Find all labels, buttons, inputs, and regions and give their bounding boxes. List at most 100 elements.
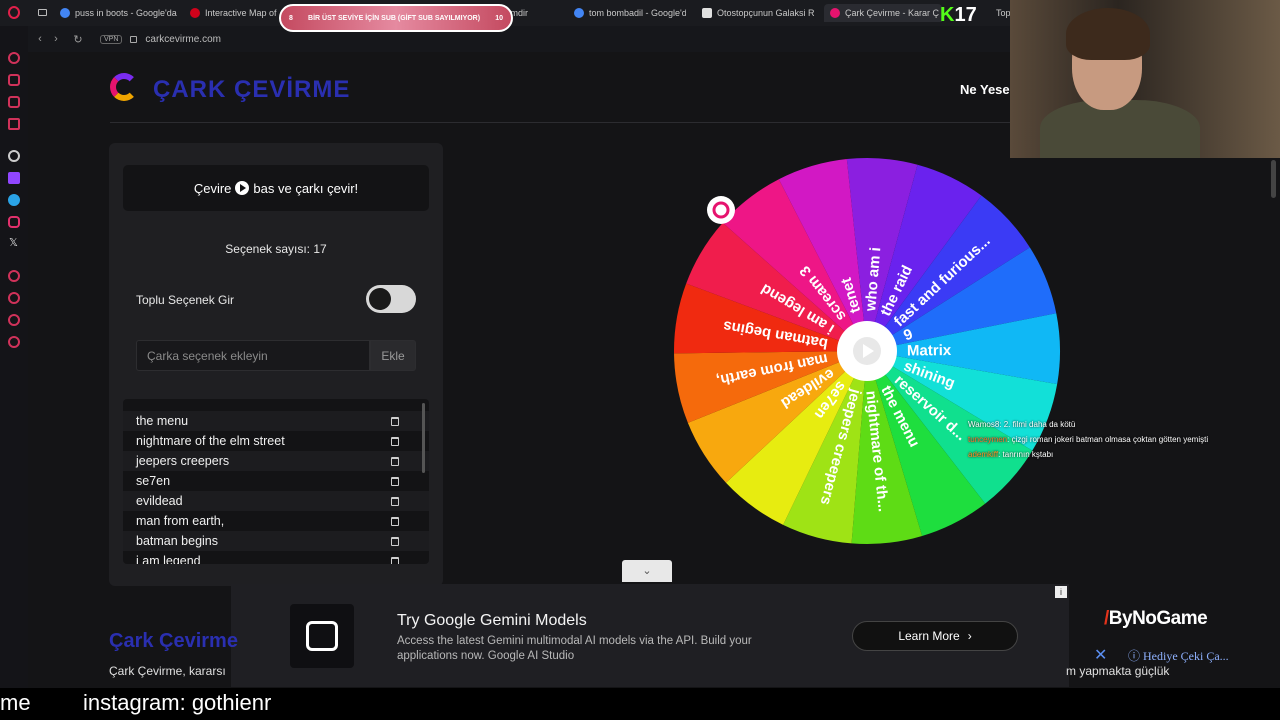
gift-card-link[interactable]: ⓘ Hediye Çeki Ça... (1128, 647, 1229, 664)
chat-user: Wamos8 (968, 420, 1000, 429)
add-option-input[interactable] (136, 340, 370, 371)
stream-overlay-text: me (0, 690, 31, 715)
trash-icon[interactable] (391, 416, 399, 426)
chat-text: : çizgi roman jokeri batman olmasa çokta… (1007, 435, 1209, 444)
option-list[interactable]: the menu nightmare of the elm street jeepe… (123, 399, 429, 564)
option-label: man from earth, (136, 514, 225, 528)
trash-icon[interactable] (391, 536, 399, 546)
x-icon[interactable]: 𝕏 (9, 236, 18, 249)
options-panel: Çevire bas ve çarkı çevir! Seçenek sayıs… (109, 143, 443, 586)
trash-icon[interactable] (391, 456, 399, 466)
trash-icon[interactable] (391, 516, 399, 526)
tab-1[interactable]: Interactive Map of (190, 4, 280, 22)
option-label: jeepers creepers (136, 454, 230, 468)
messenger-icon[interactable] (8, 52, 20, 64)
chat-text: : 2. filmi daha da kötü (999, 420, 1076, 429)
history-icon[interactable] (8, 270, 20, 282)
tab-3[interactable]: tom bombadil - Google'da (574, 4, 686, 22)
ad-info-icon[interactable]: i (1055, 586, 1067, 598)
chatgpt-icon[interactable] (8, 150, 20, 162)
header-divider (110, 122, 1010, 123)
option-row[interactable]: i am legend (123, 551, 429, 564)
bag-icon[interactable] (8, 74, 20, 86)
spin-wheel[interactable]: who am ithe raidfast and furious...9Matr… (660, 140, 1080, 560)
option-row[interactable]: se7en (123, 471, 429, 491)
k17-number: 17 (954, 4, 977, 26)
streamer-hair (1066, 8, 1150, 60)
ad-banner[interactable]: Try Google Gemini Models Access the late… (231, 584, 1069, 687)
instagram-handle: instagram: gothienr (83, 690, 272, 715)
option-row[interactable]: jeepers creepers (123, 451, 429, 471)
option-row[interactable]: batman begins (123, 531, 429, 551)
tab-4[interactable]: Otostopçunun Galaksi Re (702, 4, 814, 22)
bynogame-logo[interactable]: /ByNoGame (1104, 608, 1208, 630)
stream-chat: Wamos8: 2. filmi daha da kötü tunceymen:… (968, 420, 1268, 465)
tab-label: Top (996, 8, 1010, 18)
spin-button[interactable]: Çevire bas ve çarkı çevir! (123, 165, 429, 211)
mail-icon[interactable] (8, 118, 20, 130)
option-row[interactable]: nightmare of the elm street (123, 431, 429, 451)
browser-sidebar: 𝕏 (0, 26, 28, 694)
forward-icon[interactable]: › (48, 33, 64, 45)
twitch-icon[interactable] (8, 172, 20, 184)
bulk-entry-toggle[interactable] (366, 285, 416, 313)
option-row[interactable]: man from earth, (123, 511, 429, 531)
tab-0[interactable]: puss in boots - Google'da (60, 4, 178, 22)
vpn-badge[interactable]: VPN (100, 34, 123, 44)
gemini-icon-shape (306, 621, 338, 651)
trash-icon[interactable] (391, 476, 399, 486)
google-icon (60, 8, 70, 18)
wallet-icon[interactable] (8, 96, 20, 108)
clock-icon[interactable] (8, 292, 20, 304)
option-label: batman begins (136, 534, 219, 548)
option-row[interactable]: evildead (123, 491, 429, 511)
site-title[interactable]: ÇARK ÇEVİRME (153, 76, 350, 104)
tab-label: Otostopçunun Galaksi Re (717, 8, 814, 18)
option-list-scrollbar[interactable] (422, 403, 425, 473)
option-label: nightmare of the elm street (136, 434, 285, 448)
option-count: Seçenek sayısı: 17 (225, 242, 327, 256)
wheel-container: who am i the raid fast and furious... 9 Matr… (660, 140, 1080, 560)
section-text: Çark Çevirme, kararsı (109, 664, 226, 678)
page-scrollbar[interactable] (1271, 160, 1276, 198)
tab-overview-icon[interactable] (38, 9, 47, 16)
chat-icon[interactable] (8, 314, 20, 326)
url-text[interactable]: carkcevirme.com (145, 34, 221, 45)
banner-right-number: 10 (495, 14, 503, 22)
tab-active[interactable]: Çark Çevirme - Karar Ç (824, 4, 942, 22)
ad-title[interactable]: Try Google Gemini Models (397, 612, 587, 630)
lightning-icon: ⓘ (1128, 649, 1144, 663)
trash-icon[interactable] (391, 496, 399, 506)
chat-message: Wamos8: 2. filmi daha da kötü (968, 420, 1268, 429)
trash-icon[interactable] (391, 556, 399, 564)
gift-card-label: Hediye Çeki Ça... (1143, 649, 1229, 663)
wheel-pointer-icon (707, 196, 735, 224)
tab-label: Interactive Map of (205, 8, 277, 18)
settings-icon[interactable] (8, 336, 20, 348)
tab-label: Çark Çevirme - Karar Ç (845, 8, 940, 18)
opera-logo-icon[interactable] (8, 6, 20, 19)
learn-more-button[interactable]: Learn More › (852, 621, 1018, 651)
book-icon (702, 8, 712, 18)
option-row[interactable]: the menu (123, 411, 429, 431)
tab-6[interactable]: Top (996, 4, 1010, 22)
close-icon[interactable]: ✕ (1094, 645, 1107, 665)
map-icon (190, 8, 200, 18)
section-text-continued: m yapmakta güçlük (1066, 664, 1170, 678)
trash-icon[interactable] (391, 436, 399, 446)
site-logo-icon[interactable] (110, 73, 138, 101)
ad-collapse-button[interactable]: ⌄ (622, 560, 672, 582)
chat-message: ademkiff: tanrının kştabı (968, 450, 1268, 459)
sub-goal-banner: 8 BİR ÜST SEVİYE İÇİN SUB (GİFT SUB SAYI… (279, 4, 513, 32)
add-option-button[interactable]: Ekle (370, 340, 416, 371)
instagram-icon[interactable] (8, 216, 20, 228)
section-title: Çark Çevirme (109, 630, 238, 652)
back-icon[interactable]: ‹ (32, 33, 48, 45)
chat-user: ademkiff (968, 450, 999, 459)
play-icon (235, 181, 250, 195)
telegram-icon[interactable] (8, 194, 20, 206)
kick-17-badge: K17 (940, 4, 977, 27)
reload-icon[interactable]: ↻ (70, 33, 86, 46)
spin-label-after: bas ve çarkı çevir! (253, 180, 359, 196)
chat-user: tunceymen (968, 435, 1008, 444)
